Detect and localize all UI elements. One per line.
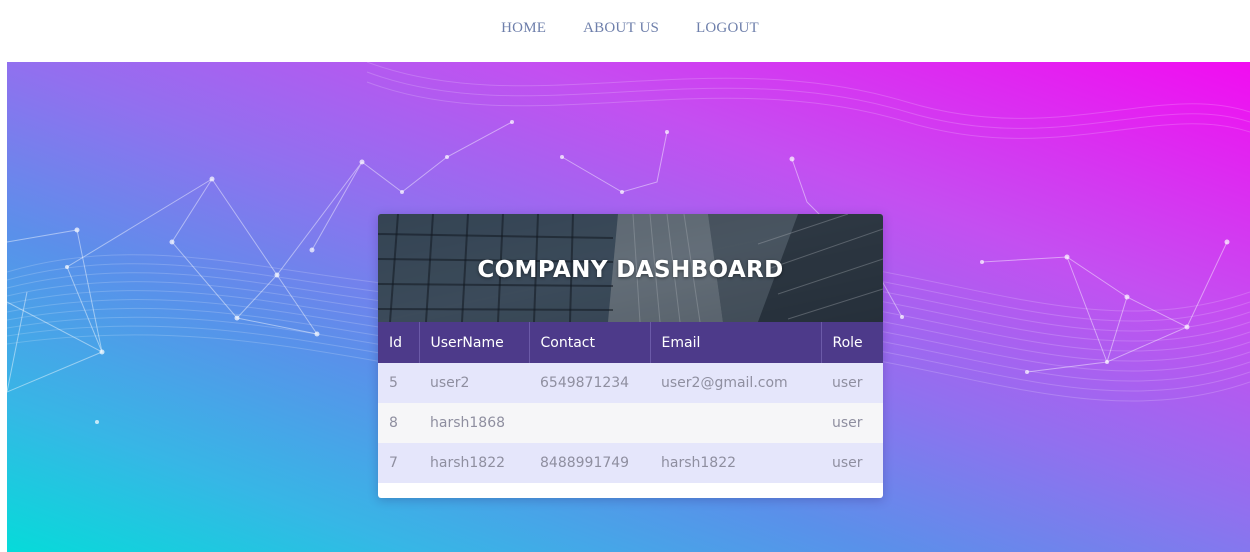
top-navigation: HOME ABOUT US LOGOUT bbox=[0, 0, 1250, 62]
cell-contact bbox=[529, 403, 650, 443]
cell-username: user2 bbox=[419, 363, 529, 403]
cell-contact: 8488991749 bbox=[529, 443, 650, 483]
column-header-username: UserName bbox=[418, 322, 529, 363]
cell-contact: 6549871234 bbox=[529, 363, 650, 403]
users-table: Id UserName Contact Email Role 5 user2 6… bbox=[378, 322, 883, 483]
cell-role: user bbox=[821, 403, 883, 443]
column-header-id: Id bbox=[378, 322, 419, 363]
cell-username: harsh1822 bbox=[419, 443, 529, 483]
cell-id: 5 bbox=[378, 363, 419, 403]
column-header-role: Role bbox=[820, 322, 883, 363]
page: HOME ABOUT US LOGOUT COMPANY DASHBOARD I… bbox=[0, 0, 1250, 552]
hero-background: COMPANY DASHBOARD Id UserName Contact Em… bbox=[7, 62, 1250, 552]
column-header-email: Email bbox=[649, 322, 821, 363]
column-header-contact: Contact bbox=[528, 322, 650, 363]
table-row: 7 harsh1822 8488991749 harsh1822 user bbox=[378, 443, 883, 483]
cell-email: user2@gmail.com bbox=[650, 363, 821, 403]
dashboard-card: COMPANY DASHBOARD Id UserName Contact Em… bbox=[378, 214, 883, 498]
table-row: 8 harsh1868 user bbox=[378, 403, 883, 443]
table-row: 5 user2 6549871234 user2@gmail.com user bbox=[378, 363, 883, 403]
cell-id: 7 bbox=[378, 443, 419, 483]
nav-links: HOME ABOUT US LOGOUT bbox=[501, 20, 759, 37]
cell-username: harsh1868 bbox=[419, 403, 529, 443]
cell-email: harsh1822 bbox=[650, 443, 821, 483]
cell-id: 8 bbox=[378, 403, 419, 443]
cell-email bbox=[650, 403, 821, 443]
nav-link-home[interactable]: HOME bbox=[501, 20, 546, 37]
table-header-row: Id UserName Contact Email Role bbox=[378, 322, 883, 363]
cell-role: user bbox=[821, 363, 883, 403]
nav-link-logout[interactable]: LOGOUT bbox=[696, 20, 759, 37]
nav-link-about-us[interactable]: ABOUT US bbox=[583, 20, 659, 37]
dashboard-banner: COMPANY DASHBOARD bbox=[378, 214, 883, 322]
dashboard-title: COMPANY DASHBOARD bbox=[477, 257, 784, 283]
cell-role: user bbox=[821, 443, 883, 483]
